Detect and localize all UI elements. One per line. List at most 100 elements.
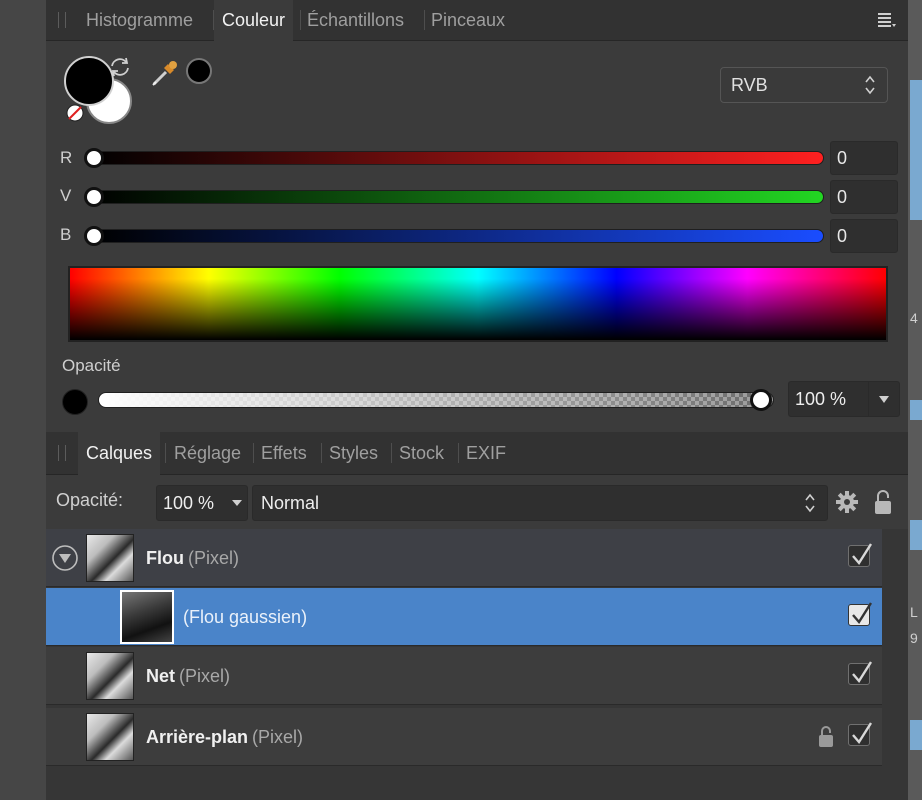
layer-type-text: (Pixel)	[252, 727, 304, 747]
layer-visibility-checkbox[interactable]	[848, 543, 873, 567]
layer-row-flou-gaussien[interactable]: (Flou gaussien)	[46, 588, 882, 646]
tab-separator	[321, 443, 322, 463]
color-picker-icon[interactable]	[150, 58, 180, 88]
effect-name: (Flou gaussien)	[183, 607, 308, 627]
chevron-updown-icon	[865, 75, 875, 95]
layer-name-text: Arrière-plan	[146, 727, 249, 747]
tab-calques[interactable]: Calques	[78, 432, 161, 475]
opacity-knob[interactable]	[750, 389, 772, 411]
color-panel-tabbar: Histogramme Couleur Échantillons Pinceau…	[46, 0, 908, 41]
tab-styles[interactable]: Styles	[329, 432, 378, 474]
opacity-color-swatch	[62, 389, 88, 415]
channel-value-v[interactable]: 0	[830, 180, 898, 214]
layer-thumbnail	[86, 534, 134, 582]
channel-slider-r[interactable]	[92, 151, 824, 165]
layer-row-arriere-plan[interactable]: Arrière-plan (Pixel)	[46, 708, 882, 766]
chevron-down-icon	[879, 396, 889, 403]
effect-thumbnail	[120, 590, 174, 644]
gear-icon[interactable]	[836, 491, 858, 513]
chevron-down-icon	[232, 500, 242, 506]
checkmark-icon	[852, 722, 873, 745]
checkmark-icon	[852, 543, 873, 566]
right-edge-blip	[910, 80, 922, 220]
chevron-updown-icon	[805, 493, 815, 513]
right-edge-blip	[910, 520, 922, 550]
layers-panel: Calques Réglage Effets Styles Stock EXIF…	[46, 432, 908, 800]
blend-mode-select[interactable]: Normal	[252, 485, 828, 521]
color-mode-select[interactable]: RVB	[720, 67, 888, 103]
tab-separator	[391, 443, 392, 463]
primary-color-swatch[interactable]	[64, 56, 114, 106]
picked-color-swatch[interactable]	[186, 58, 212, 84]
tab-separator	[458, 443, 459, 463]
channel-knob-r[interactable]	[84, 148, 104, 168]
tab-reglage[interactable]: Réglage	[174, 432, 241, 474]
layers-empty-area	[46, 770, 882, 800]
layer-thumbnail	[86, 652, 134, 700]
tab-separator	[165, 443, 166, 463]
tab-stock[interactable]: Stock	[399, 432, 444, 474]
left-gutter	[0, 0, 46, 800]
tab-exif[interactable]: EXIF	[466, 432, 506, 474]
layer-name: Flou (Pixel)	[146, 529, 239, 587]
channel-slider-v[interactable]	[92, 190, 824, 204]
checkmark-icon	[852, 602, 873, 625]
tab-histogramme[interactable]: Histogramme	[86, 0, 193, 40]
no-color-icon[interactable]	[66, 104, 84, 122]
tab-couleur[interactable]: Couleur	[214, 0, 294, 41]
effect-visibility-checkbox[interactable]	[848, 602, 873, 626]
checkmark-icon	[852, 661, 873, 684]
channel-knob-v[interactable]	[84, 187, 104, 207]
layer-type-text: (Pixel)	[188, 548, 240, 568]
layers-panel-tabbar: Calques Réglage Effets Styles Stock EXIF	[46, 432, 908, 475]
tab-separator	[253, 443, 254, 463]
tab-echantillons[interactable]: Échantillons	[307, 0, 404, 40]
channel-value-r[interactable]: 0	[830, 141, 898, 175]
channel-knob-b[interactable]	[84, 226, 104, 246]
channel-label-v: V	[60, 186, 72, 205]
tab-pinceaux[interactable]: Pinceaux	[431, 0, 505, 40]
tab-separator	[300, 10, 301, 30]
layer-name: Net (Pixel)	[146, 647, 230, 705]
panel-grip-handle[interactable]	[58, 12, 66, 28]
layer-opacity-label: Opacité:	[56, 490, 124, 510]
channel-label-b: B	[60, 225, 72, 244]
layer-row-flou[interactable]: Flou (Pixel)	[46, 529, 882, 587]
tab-separator	[424, 10, 425, 30]
layer-visibility-checkbox[interactable]	[848, 722, 873, 746]
opacity-slider[interactable]	[98, 392, 774, 408]
layer-thumbnail	[86, 713, 134, 761]
channel-slider-b[interactable]	[92, 229, 824, 243]
layer-name-text: Flou	[146, 548, 184, 568]
right-edge-blip	[910, 400, 922, 420]
panel-menu-icon[interactable]	[878, 12, 896, 28]
layer-opacity-value: 100 %	[163, 493, 215, 513]
layer-visibility-checkbox[interactable]	[848, 661, 873, 685]
right-edge-char: 4	[910, 310, 918, 326]
opacity-value-text: 100 %	[795, 389, 847, 409]
opacity-value-field[interactable]: 100 %	[788, 381, 900, 417]
tab-effets[interactable]: Effets	[261, 432, 307, 474]
channel-label-r: R	[60, 148, 73, 167]
opacity-label: Opacité	[62, 356, 121, 375]
lock-icon[interactable]	[818, 724, 834, 748]
right-edge-strip: 4 L 9	[908, 0, 922, 800]
right-edge-char: 9	[910, 630, 918, 646]
panel-grip-handle[interactable]	[58, 445, 66, 461]
layer-row-net[interactable]: Net (Pixel)	[46, 647, 882, 705]
blend-mode-value: Normal	[261, 493, 320, 513]
layer-opacity-select[interactable]: 100 %	[156, 485, 248, 521]
opacity-dropdown-button[interactable]	[868, 382, 899, 416]
right-edge-char: L	[910, 604, 918, 620]
channel-value-b[interactable]: 0	[830, 219, 898, 253]
layer-name: Arrière-plan (Pixel)	[146, 708, 303, 766]
collapse-triangle-icon[interactable]	[52, 545, 78, 571]
color-mode-value: RVB	[731, 75, 768, 95]
layers-toolbar: Opacité: 100 % Normal	[46, 475, 908, 529]
right-edge-blip	[910, 720, 922, 750]
layer-type-text: (Pixel)	[179, 666, 231, 686]
lock-icon[interactable]	[874, 489, 892, 515]
color-panel: Histogramme Couleur Échantillons Pinceau…	[46, 0, 908, 432]
layer-name-text: Net	[146, 666, 176, 686]
color-spectrum[interactable]	[68, 266, 888, 342]
